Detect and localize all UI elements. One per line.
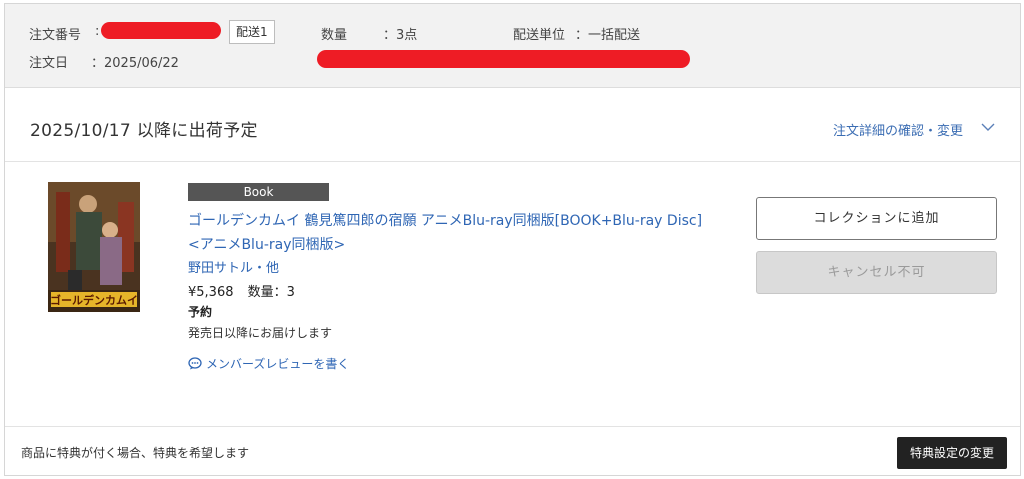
cover-logo: ゴールデンカムイ [50,293,138,307]
write-review-label[interactable]: メンバーズレビューを書く [206,357,349,371]
order-date-value: ：2025/06/22 [91,56,179,71]
address-redaction [317,50,690,68]
bonus-footer: 商品に特典が付く場合、特典を希望します 特典設定の変更 [5,426,1020,477]
speech-bubble-icon [188,357,202,370]
order-card: 注文番号 : 配送1 数量 ：3点 配送単位 ：一括配送 注文日 ：2025/0… [4,3,1021,476]
order-number-label: 注文番号 [29,28,82,43]
ship-date: 2025/10/17 以降に出荷予定 [30,116,258,141]
add-to-collection-button[interactable]: コレクションに追加 [756,197,997,240]
order-number-redaction [101,22,221,39]
chevron-down-icon[interactable] [980,121,996,133]
product-cover-image[interactable]: ゴールデンカムイ [48,182,140,312]
product-title-line1[interactable]: ゴールデンカムイ 鶴見篤四郎の宿願 アニメBlu-ray同梱版[BOOK+Blu… [188,209,728,233]
shipping-unit-label: 配送単位 [513,28,566,43]
write-review-link[interactable]: メンバーズレビューを書く [188,355,349,372]
category-badge: Book [188,183,329,201]
bonus-text: 商品に特典が付く場合、特典を希望します [21,446,250,460]
product-title-line2[interactable]: <アニメBlu-ray同梱版> [188,233,728,257]
shipment-row: 2025/10/17 以降に出荷予定 注文詳細の確認・変更 [5,88,1020,162]
price-quantity-row: ¥5,368 数量：3 [188,281,295,300]
shipment-badge: 配送1 [229,20,275,44]
ship-date-value: 2025/10/17 [30,121,131,141]
order-date-label: 注文日 [29,56,69,71]
quantity-label: 数量 [321,28,348,43]
bonus-settings-button[interactable]: 特典設定の変更 [897,437,1007,469]
delivery-note: 発売日以降にお届けします [188,326,333,340]
order-details-link[interactable]: 注文詳細の確認・変更 [833,120,963,139]
shipping-unit-value: ：一括配送 [575,28,641,43]
ship-date-suffix: 以降に出荷予定 [136,121,258,141]
author-link[interactable]: 野田サトル・他 [188,257,279,276]
product-title-link[interactable]: ゴールデンカムイ 鶴見篤四郎の宿願 アニメBlu-ray同梱版[BOOK+Blu… [188,209,728,257]
order-header: 注文番号 : 配送1 数量 ：3点 配送単位 ：一括配送 注文日 ：2025/0… [5,4,1020,88]
item-quantity: 数量：3 [247,285,295,300]
price: ¥5,368 [188,285,234,300]
order-number-colon: : [95,24,100,39]
quantity-value: ：3点 [383,28,418,43]
order-status: 予約 [188,305,213,319]
cover-art: ゴールデンカムイ [48,182,140,312]
cancel-disabled-button: キャンセル不可 [756,251,997,294]
